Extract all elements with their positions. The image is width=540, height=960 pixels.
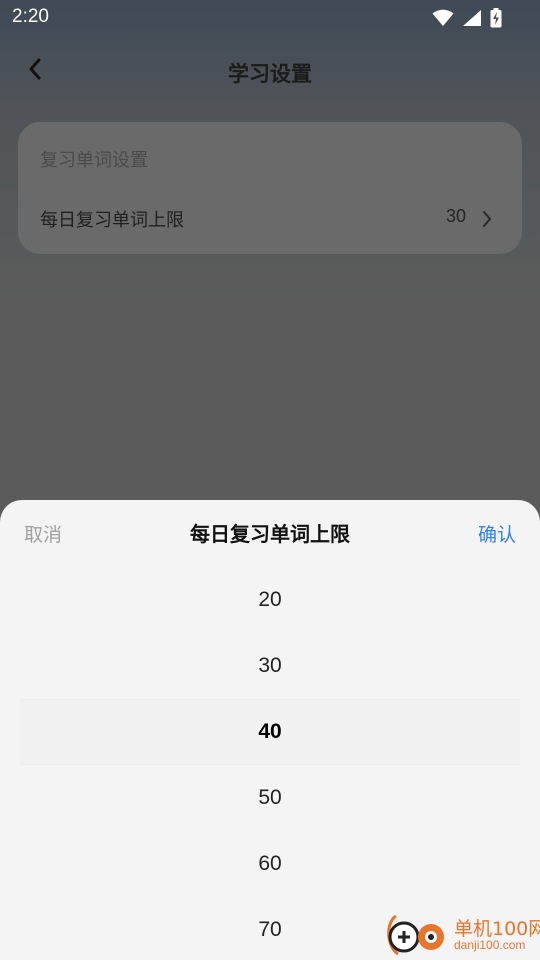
daily-review-limit-row[interactable]: 每日复习单词上限 30 bbox=[18, 192, 522, 244]
status-time: 2:20 bbox=[12, 6, 49, 27]
battery-charging-icon bbox=[490, 8, 502, 28]
picker-option[interactable]: 50 bbox=[0, 778, 540, 818]
chevron-right-icon bbox=[483, 211, 491, 227]
picker-option[interactable]: 30 bbox=[0, 646, 540, 686]
app-header: 学习设置 bbox=[0, 44, 540, 100]
settings-card: 复习单词设置 每日复习单词上限 30 bbox=[18, 122, 522, 254]
screen: 2:20 学习设置 复习单词设置 每日复习单词上限 30 取消 每日复习单词上限… bbox=[0, 0, 540, 960]
status-icons bbox=[432, 7, 502, 29]
setting-value: 30 bbox=[445, 206, 466, 226]
wifi-icon bbox=[432, 9, 454, 26]
setting-label: 每日复习单词上限 bbox=[40, 210, 184, 231]
picker-option[interactable]: 60 bbox=[0, 844, 540, 884]
confirm-button[interactable]: 确认 bbox=[478, 520, 516, 547]
limit-picker-sheet: 取消 每日复习单词上限 确认 20 30 40 50 60 70 bbox=[0, 500, 540, 960]
picker-option-selected[interactable]: 40 bbox=[0, 712, 540, 752]
number-picker-wheel[interactable]: 20 30 40 50 60 70 bbox=[0, 566, 540, 960]
picker-option[interactable]: 70 bbox=[0, 910, 540, 950]
page-title: 学习设置 bbox=[228, 62, 312, 86]
cancel-button[interactable]: 取消 bbox=[24, 520, 62, 547]
status-bar: 2:20 bbox=[0, 0, 540, 36]
section-title: 复习单词设置 bbox=[40, 150, 148, 171]
signal-icon bbox=[463, 10, 481, 26]
sheet-title: 每日复习单词上限 bbox=[190, 522, 350, 546]
picker-option[interactable]: 20 bbox=[0, 580, 540, 620]
